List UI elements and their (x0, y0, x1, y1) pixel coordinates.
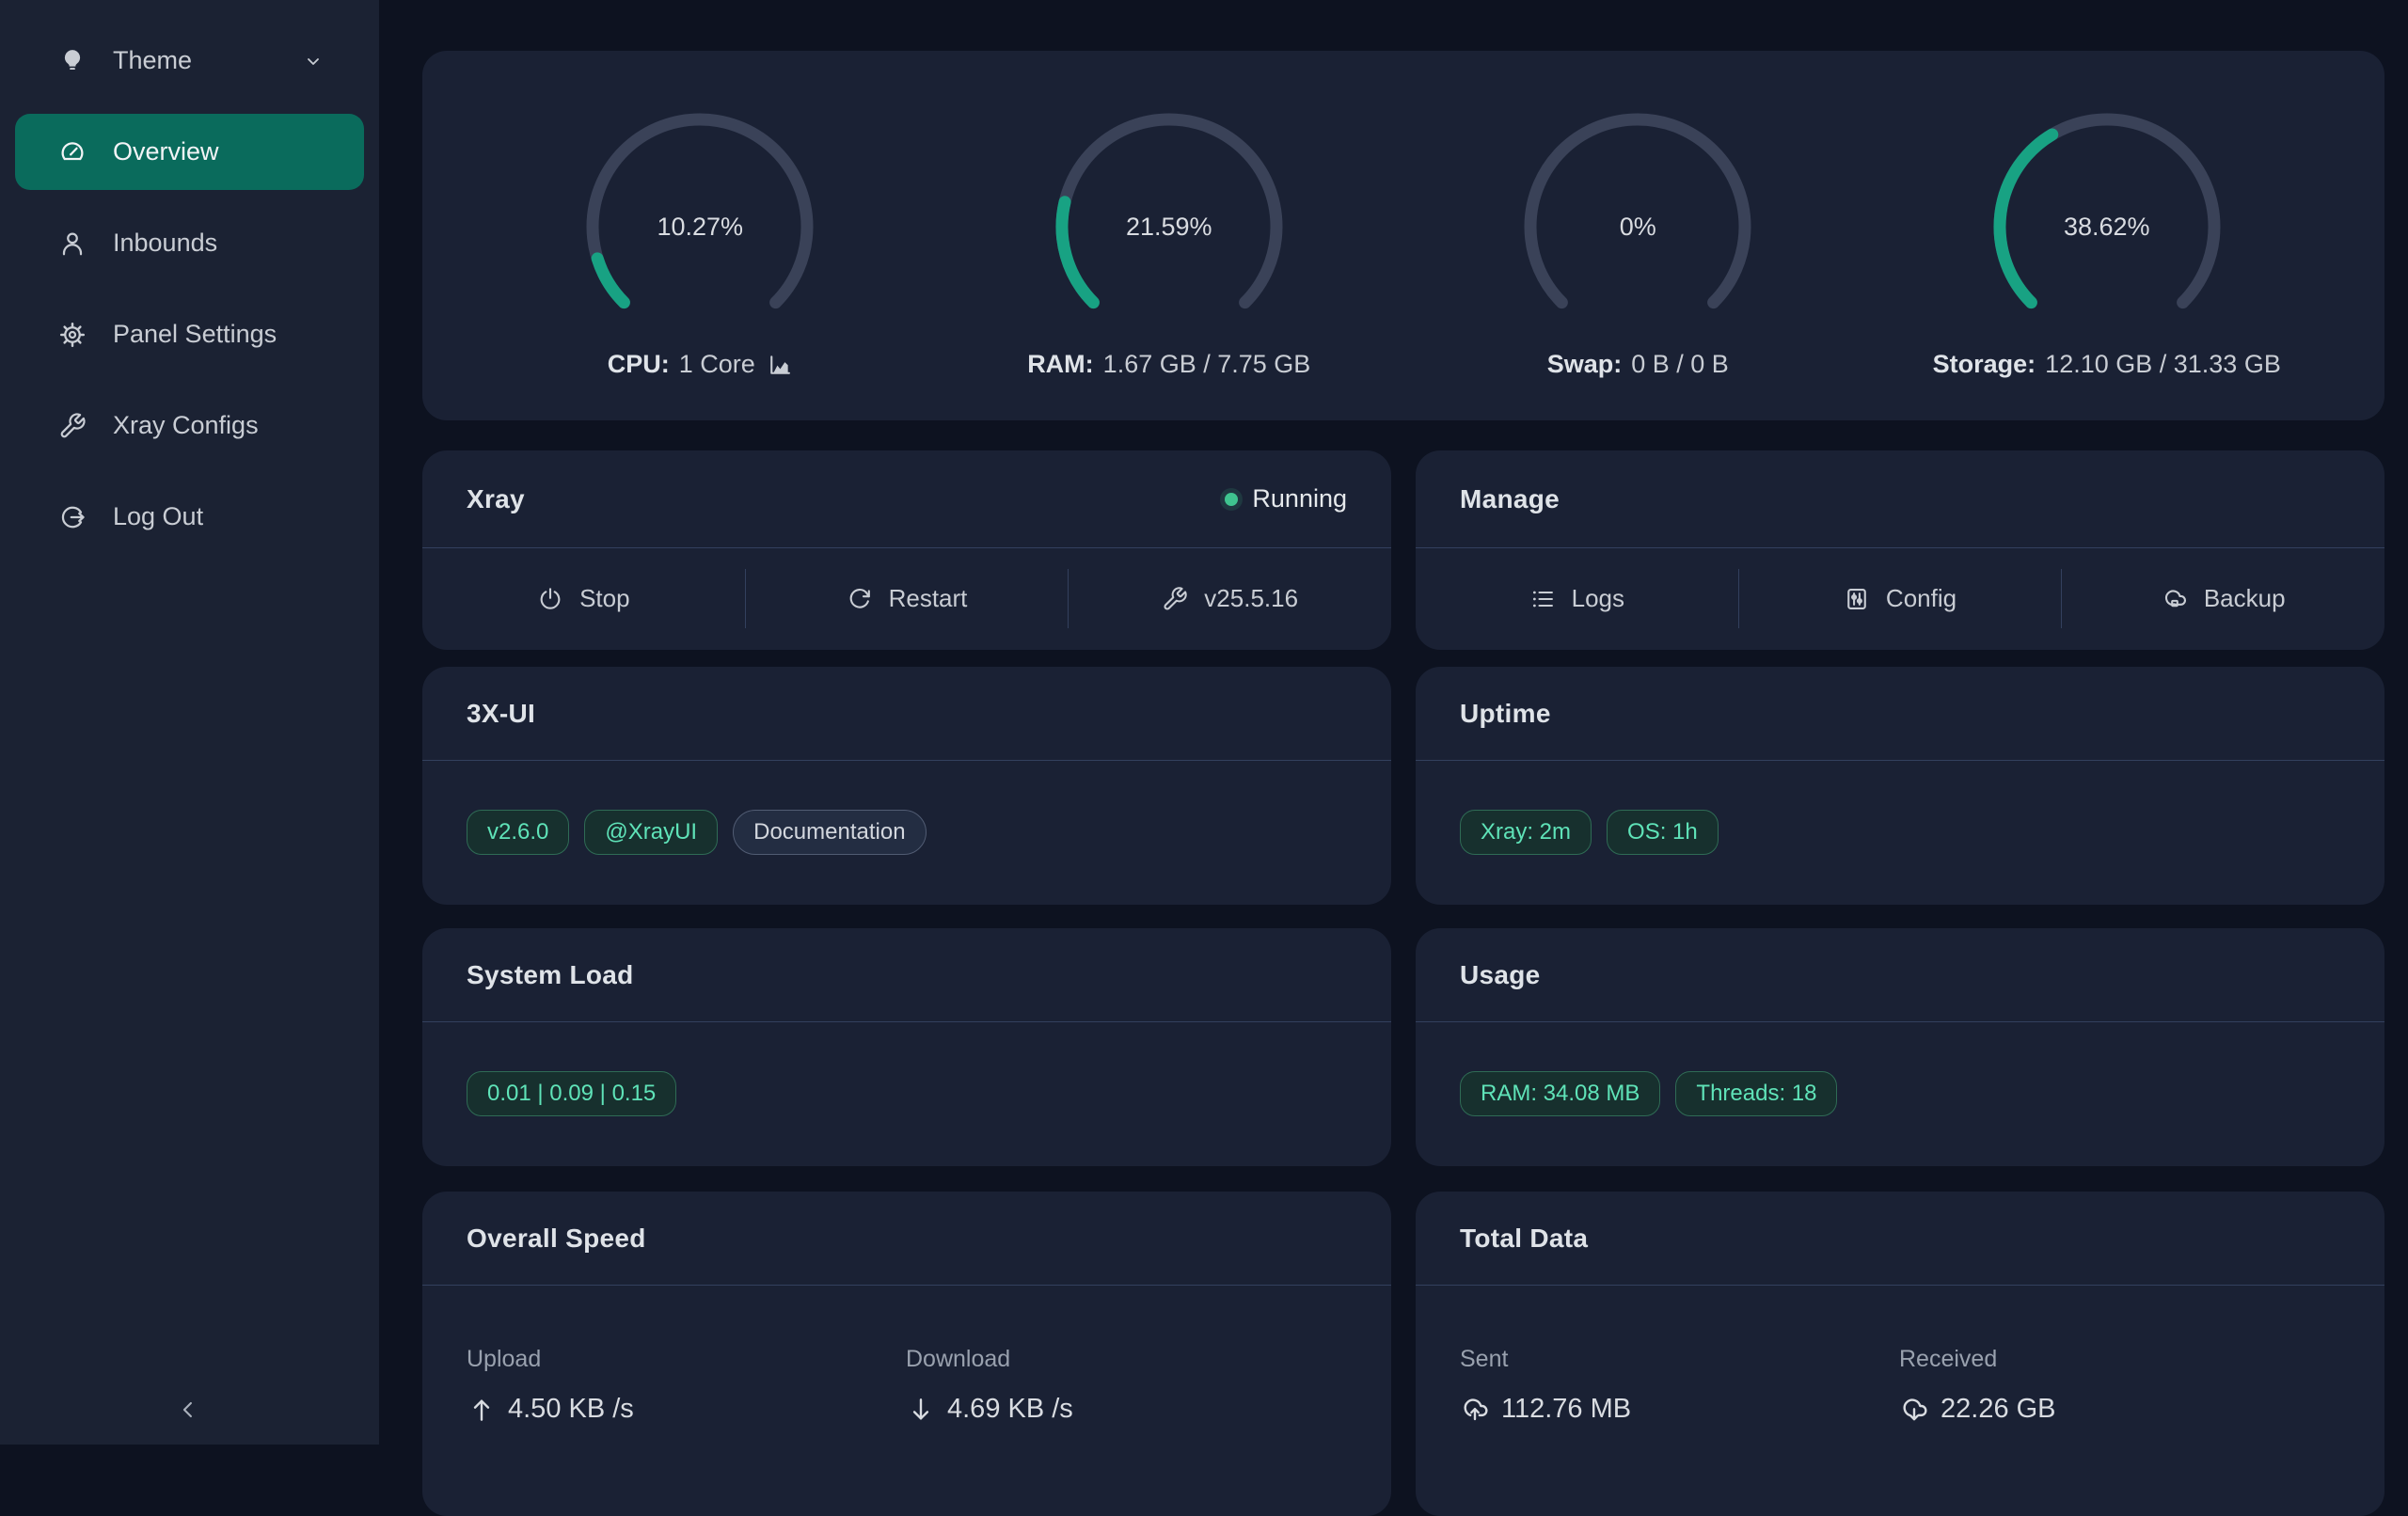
gear-icon (58, 321, 87, 349)
download-label: Download (906, 1346, 1345, 1373)
wrench-icon (1162, 586, 1188, 612)
cloud-upload-icon (1460, 1395, 1490, 1425)
logs-button[interactable]: Logs (1416, 548, 1738, 649)
usage-card: Usage RAM: 34.08 MB Threads: 18 (1416, 928, 2384, 1166)
restart-icon (847, 586, 873, 612)
sidebar-item-label: Log Out (113, 502, 203, 531)
manage-card: Manage Logs Config (1416, 450, 2384, 650)
total-data-card-title: Total Data (1460, 1224, 1588, 1254)
cpu-label: CPU: 1 Core (608, 350, 793, 379)
power-icon (537, 586, 563, 612)
swap-label: Swap: 0 B / 0 B (1547, 350, 1729, 379)
sidebar-item-label: Theme (113, 46, 192, 75)
total-data-card: Total Data Sent 112.76 MB Received (1416, 1192, 2384, 1516)
sidebar-item-label: Inbounds (113, 229, 217, 258)
ram-label: RAM: 1.67 GB / 7.75 GB (1027, 350, 1310, 379)
usage-card-title: Usage (1460, 960, 1541, 990)
lightbulb-icon (58, 47, 87, 75)
upload-label: Upload (467, 1346, 906, 1373)
cloud-download-icon (1899, 1395, 1929, 1425)
xray-version-button[interactable]: v25.5.16 (1069, 548, 1391, 649)
download-stat: Download 4.69 KB /s (906, 1346, 1345, 1425)
ram-usage-tag: RAM: 34.08 MB (1460, 1071, 1660, 1116)
sidebar: Theme Overview Inbounds (0, 0, 379, 1445)
dashboard-icon (58, 138, 87, 166)
load-average-tag: 0.01 | 0.09 | 0.15 (467, 1071, 676, 1116)
xray-card: Xray Running Stop Restart v25.5 (422, 450, 1391, 650)
storage-gauge: 38.62% Storage: 12.10 GB / 31.33 GB (1873, 109, 2342, 420)
sidebar-item-xray-configs[interactable]: Xray Configs (15, 387, 364, 464)
list-icon (1529, 586, 1556, 612)
ram-percent: 21.59% (1052, 109, 1287, 344)
cpu-percent: 10.27% (582, 109, 817, 344)
status-dot (1225, 493, 1238, 506)
system-status-card: 10.27% CPU: 1 Core 21.59% RAM: 1.67 GB /… (422, 51, 2384, 420)
logout-icon (58, 503, 87, 531)
xui-card: 3X-UI v2.6.0 @XrayUI Documentation (422, 667, 1391, 905)
manage-card-title: Manage (1460, 484, 1560, 514)
sidebar-item-log-out[interactable]: Log Out (15, 479, 364, 555)
received-label: Received (1899, 1346, 2338, 1373)
xray-uptime-tag: Xray: 2m (1460, 810, 1592, 855)
sidebar-item-label: Panel Settings (113, 320, 277, 349)
sidebar-item-label: Xray Configs (113, 411, 259, 440)
cloud-backup-icon (2162, 586, 2188, 612)
sidebar-item-inbounds[interactable]: Inbounds (15, 205, 364, 281)
swap-percent: 0% (1520, 109, 1755, 344)
system-load-card: System Load 0.01 | 0.09 | 0.15 (422, 928, 1391, 1166)
received-value: 22.26 GB (1941, 1394, 2056, 1425)
config-button[interactable]: Config (1739, 548, 2062, 649)
sliders-icon (1844, 586, 1870, 612)
user-icon (58, 229, 87, 258)
system-load-card-title: System Load (467, 960, 634, 990)
sidebar-item-theme[interactable]: Theme (15, 23, 364, 99)
received-stat: Received 22.26 GB (1899, 1346, 2338, 1425)
uptime-card-title: Uptime (1460, 699, 1551, 729)
stop-button[interactable]: Stop (422, 548, 745, 649)
sent-label: Sent (1460, 1346, 1899, 1373)
storage-label: Storage: 12.10 GB / 31.33 GB (1933, 350, 2281, 379)
uptime-card: Uptime Xray: 2m OS: 1h (1416, 667, 2384, 905)
upload-value: 4.50 KB /s (508, 1394, 634, 1425)
storage-percent: 38.62% (1989, 109, 2225, 344)
arrow-down-icon (906, 1395, 936, 1425)
cpu-gauge: 10.27% CPU: 1 Core (466, 109, 935, 420)
sent-stat: Sent 112.76 MB (1460, 1346, 1899, 1425)
version-tag[interactable]: v2.6.0 (467, 810, 569, 855)
sidebar-collapse-button[interactable] (167, 1389, 209, 1430)
wrench-icon (58, 412, 87, 440)
chevron-down-icon (302, 50, 325, 72)
chevron-left-icon (175, 1397, 201, 1423)
backup-button[interactable]: Backup (2062, 548, 2384, 649)
documentation-tag[interactable]: Documentation (733, 810, 926, 855)
ram-gauge: 21.59% RAM: 1.67 GB / 7.75 GB (935, 109, 1404, 420)
sidebar-item-panel-settings[interactable]: Panel Settings (15, 296, 364, 372)
restart-button[interactable]: Restart (746, 548, 1069, 649)
swap-gauge: 0% Swap: 0 B / 0 B (1403, 109, 1873, 420)
overall-speed-card: Overall Speed Upload 4.50 KB /s Download… (422, 1192, 1391, 1516)
upload-stat: Upload 4.50 KB /s (467, 1346, 906, 1425)
sidebar-item-overview[interactable]: Overview (15, 114, 364, 190)
os-uptime-tag: OS: 1h (1607, 810, 1719, 855)
overall-speed-card-title: Overall Speed (467, 1224, 646, 1254)
xray-card-title: Xray (467, 484, 525, 514)
status-label: Running (1252, 484, 1347, 513)
xui-card-title: 3X-UI (467, 699, 535, 729)
threads-tag: Threads: 18 (1675, 1071, 1837, 1116)
xrayui-tag[interactable]: @XrayUI (584, 810, 718, 855)
download-value: 4.69 KB /s (947, 1394, 1073, 1425)
cpu-history-chart-icon[interactable] (767, 352, 793, 378)
xray-status: Running (1225, 484, 1347, 513)
arrow-up-icon (467, 1395, 497, 1425)
sent-value: 112.76 MB (1501, 1394, 1631, 1425)
sidebar-item-label: Overview (113, 137, 219, 166)
